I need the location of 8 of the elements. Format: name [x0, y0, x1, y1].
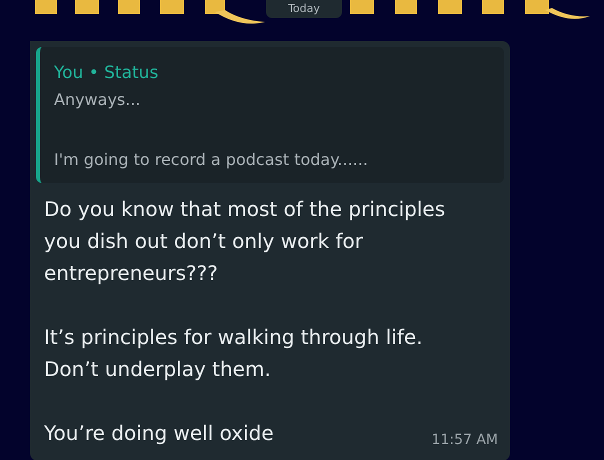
quote-text: Anyways... [54, 89, 142, 111]
message-text: It’s principles for walking through life. Don’t underplay them. [44, 324, 424, 383]
quote-author: You • Status [54, 62, 160, 85]
message-text: Do you know that most of the principles you dish out don’t only work for entrepreneurs??? [44, 196, 446, 287]
message-time: 11:57 AM [432, 431, 498, 450]
message-text: You’re doing well oxide [44, 420, 274, 447]
quote-text: I'm going to record a podcast today...... [54, 149, 369, 171]
date-pill: Today [266, 0, 342, 18]
